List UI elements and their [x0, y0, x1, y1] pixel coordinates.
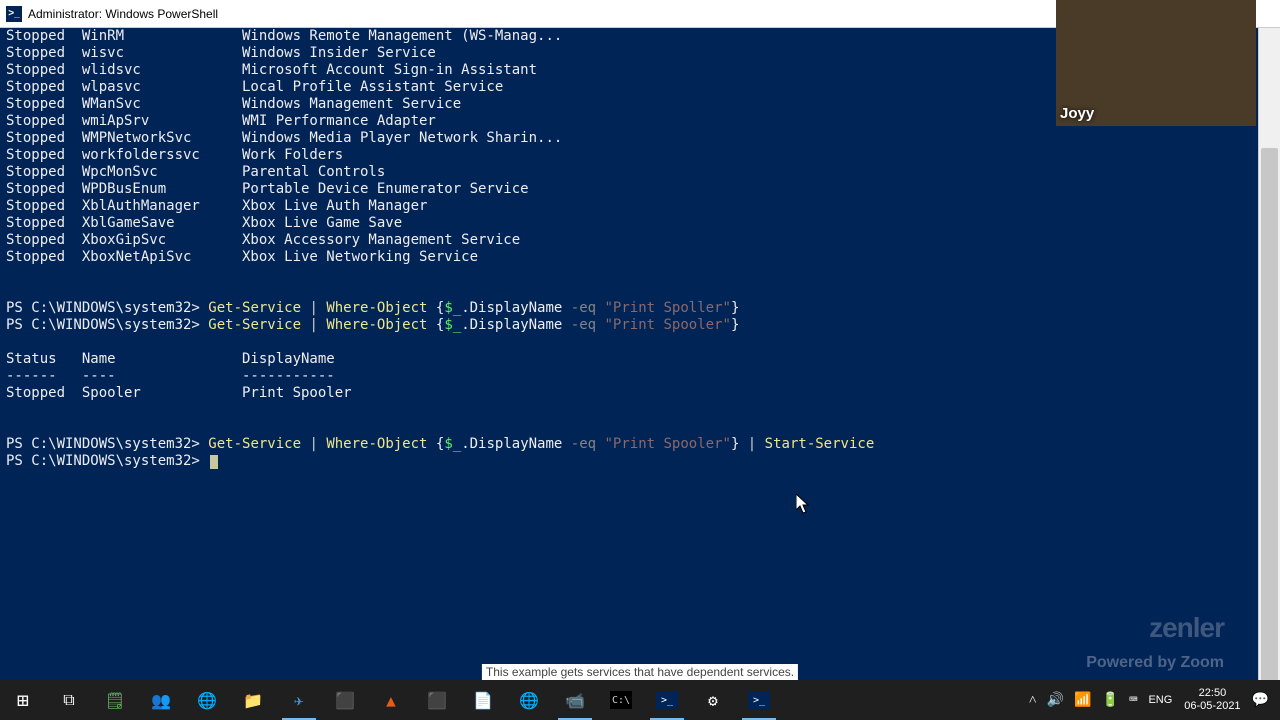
- terminal-line: Stopped Spooler Print Spooler: [6, 385, 1256, 402]
- terminal-line: PS C:\WINDOWS\system32> Get-Service | Wh…: [6, 317, 1256, 334]
- task-view-button[interactable]: ⧉: [46, 680, 92, 720]
- blank-line: [6, 402, 1256, 419]
- settings-taskbar-icon[interactable]: ⚙: [690, 680, 736, 720]
- terminal-line: Status Name DisplayName: [6, 351, 1256, 368]
- camtasia-icon[interactable]: ⬛: [322, 680, 368, 720]
- powershell-taskbar-icon[interactable]: >_: [644, 680, 690, 720]
- terminal-prompt[interactable]: PS C:\WINDOWS\system32>: [6, 453, 1256, 470]
- notepadpp-icon[interactable]: 🗒: [92, 680, 138, 720]
- teams-icon[interactable]: 👥: [138, 680, 184, 720]
- vlc-icon[interactable]: ▲: [368, 680, 414, 720]
- blank-line: [6, 334, 1256, 351]
- powershell-icon: >_: [6, 6, 22, 22]
- blank-line: [6, 283, 1256, 300]
- webcam-name: Joyy: [1060, 105, 1094, 122]
- tray-volume-icon[interactable]: 🔊: [1042, 692, 1069, 708]
- tray-battery-icon[interactable]: 🔋: [1097, 692, 1124, 708]
- tray-wifi-icon[interactable]: 📶: [1069, 692, 1096, 708]
- tray-notifications-icon[interactable]: 💬: [1247, 692, 1274, 708]
- terminal-line: Stopped WpcMonSvc Parental Controls: [6, 164, 1256, 181]
- brand-watermark: zenler: [1149, 612, 1224, 644]
- terminal-line: ------ ---- -----------: [6, 368, 1256, 385]
- app-icon-1[interactable]: ⬛: [414, 680, 460, 720]
- taskbar[interactable]: ⊞ ⧉ 🗒 👥 🌐 📁 ✈ ⬛ ▲ ⬛ 📄 🌐 📹 C:\ >_ ⚙ >_ ˄ …: [0, 680, 1280, 720]
- background-text: This example gets services that have dep…: [482, 664, 798, 680]
- tray-time: 22:50: [1199, 687, 1227, 699]
- terminal-line: Stopped XboxGipSvc Xbox Accessory Manage…: [6, 232, 1256, 249]
- edge-icon[interactable]: 🌐: [506, 680, 552, 720]
- file-explorer-icon[interactable]: 📁: [230, 680, 276, 720]
- terminal-line: Stopped XblGameSave Xbox Live Game Save: [6, 215, 1256, 232]
- terminal-line: PS C:\WINDOWS\system32> Get-Service | Wh…: [6, 300, 1256, 317]
- window-title: Administrator: Windows PowerShell: [28, 7, 218, 21]
- terminal-line: PS C:\WINDOWS\system32> Get-Service | Wh…: [6, 436, 1256, 453]
- scrollbar[interactable]: [1258, 28, 1280, 680]
- chrome-icon[interactable]: 🌐: [184, 680, 230, 720]
- terminal-line: Stopped workfolderssvc Work Folders: [6, 147, 1256, 164]
- blank-line: [6, 419, 1256, 436]
- terminal-line: Stopped XboxNetApiSvc Xbox Live Networki…: [6, 249, 1256, 266]
- blank-line: [6, 266, 1256, 283]
- terminal-line: Stopped WPDBusEnum Portable Device Enume…: [6, 181, 1256, 198]
- start-button[interactable]: ⊞: [0, 680, 46, 720]
- scrollbar-thumb[interactable]: [1261, 148, 1278, 688]
- tray-date: 06-05-2021: [1184, 700, 1240, 712]
- terminal-line: Stopped WMPNetworkSvc Windows Media Play…: [6, 130, 1256, 147]
- tray-keyboard-icon[interactable]: ⌨: [1124, 692, 1142, 708]
- tray-clock[interactable]: 22:50 06-05-2021: [1178, 687, 1246, 713]
- terminal-line: Stopped XblAuthManager Xbox Live Auth Ma…: [6, 198, 1256, 215]
- zoom-icon[interactable]: 📹: [552, 680, 598, 720]
- powershell-taskbar-icon-2[interactable]: >_: [736, 680, 782, 720]
- tray-chevron-icon[interactable]: ˄: [1024, 692, 1042, 709]
- tray-language[interactable]: ENG: [1142, 694, 1178, 707]
- notes-icon[interactable]: 📄: [460, 680, 506, 720]
- zoom-watermark: Powered by Zoom: [1086, 654, 1224, 672]
- cursor: [210, 455, 218, 469]
- telegram-icon[interactable]: ✈: [276, 680, 322, 720]
- webcam-thumbnail[interactable]: Joyy: [1056, 0, 1256, 126]
- cmd-icon[interactable]: C:\: [598, 680, 644, 720]
